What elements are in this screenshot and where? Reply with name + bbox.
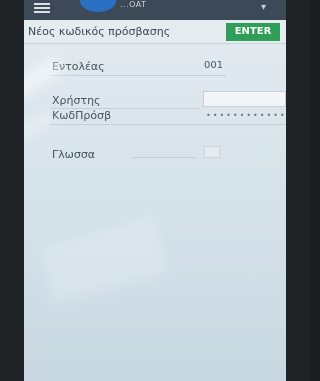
page-header: Νέος κωδικός πρόσβασης ENTER <box>24 21 286 44</box>
language-label: Γλωσσα <box>52 148 96 161</box>
hamburger-icon[interactable] <box>34 3 50 13</box>
more-vertical-icon[interactable]: ▾ <box>261 2 266 13</box>
user-label: Χρήστης <box>52 94 101 107</box>
password-input[interactable]: •••••••••••• <box>206 111 286 120</box>
app-bar: ...OAT ▾ <box>24 0 286 20</box>
screen-glare <box>38 215 170 305</box>
language-underline <box>132 157 196 158</box>
page-title: Νέος κωδικός πρόσβασης <box>28 25 171 38</box>
password-underline <box>50 124 286 125</box>
app-title: ...OAT <box>120 0 147 9</box>
app-logo <box>80 0 116 12</box>
language-checkbox[interactable] <box>204 146 220 158</box>
password-label: ΚωδΠρόσβ <box>52 109 112 122</box>
operator-underline <box>50 75 226 76</box>
enter-button[interactable]: ENTER <box>226 23 280 41</box>
screen-glare <box>24 110 55 142</box>
user-input[interactable] <box>203 91 286 107</box>
app-screen: ...OAT ▾ Νέος κωδικός πρόσβασης ENTER Εν… <box>24 0 286 381</box>
device-frame: ...OAT ▾ Νέος κωδικός πρόσβασης ENTER Εν… <box>0 0 310 381</box>
operator-value[interactable]: 001 <box>204 60 223 71</box>
